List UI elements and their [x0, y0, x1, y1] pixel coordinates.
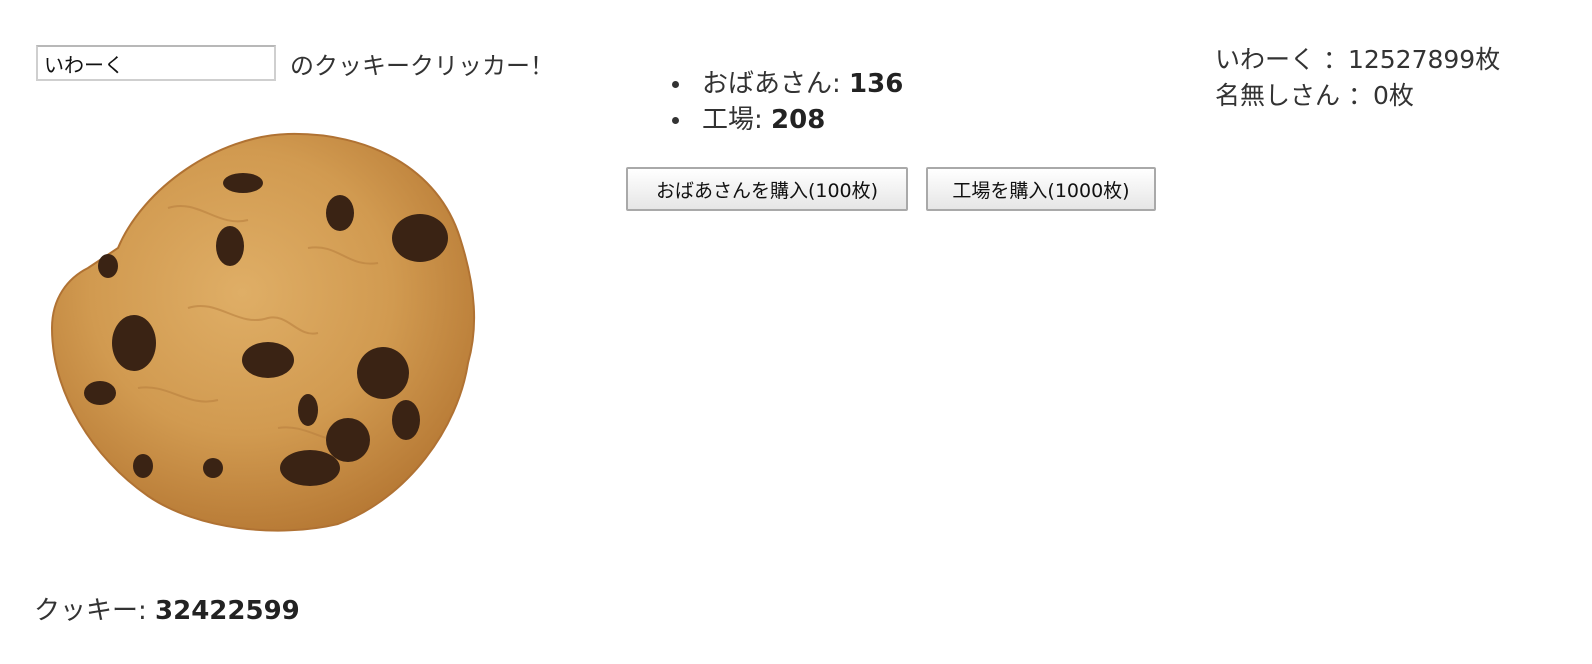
building-count: 208	[771, 105, 826, 135]
cookie-counter-value: 32422599	[155, 596, 300, 626]
cookie-button[interactable]	[48, 128, 478, 534]
ranking-entry: いわーく ：12527899枚	[1215, 45, 1501, 74]
cookie-clicker-page: のクッキークリッカー！	[0, 0, 1592, 664]
cookie-counter-label: クッキー:	[34, 596, 147, 626]
building-label: おばあさん:	[702, 69, 841, 99]
building-item-grandma: おばあさん: 136	[670, 66, 903, 102]
building-label: 工場:	[702, 105, 763, 135]
player-name-row: のクッキークリッカー！	[36, 45, 554, 81]
building-item-factory: 工場: 208	[670, 102, 903, 138]
building-list: おばあさん: 136 工場: 208	[670, 66, 903, 138]
ranking-entry: 名無しさん ：0枚	[1215, 81, 1414, 110]
ranking-list: いわーく ：12527899枚 名無しさん ：0枚	[1215, 42, 1500, 114]
cookie-icon	[50, 132, 476, 532]
bullet-icon	[672, 117, 679, 124]
game-title-suffix: のクッキークリッカー！	[290, 51, 554, 80]
building-count: 136	[849, 69, 904, 99]
buy-button-row: おばあさんを購入(100枚) 工場を購入(1000枚)	[626, 167, 1156, 211]
bullet-icon	[672, 81, 679, 88]
cookie-counter: クッキー: 32422599	[34, 590, 300, 627]
buy-factory-button[interactable]: 工場を購入(1000枚)	[926, 167, 1156, 211]
player-name-input[interactable]	[36, 45, 276, 81]
buy-grandma-button[interactable]: おばあさんを購入(100枚)	[626, 167, 908, 211]
